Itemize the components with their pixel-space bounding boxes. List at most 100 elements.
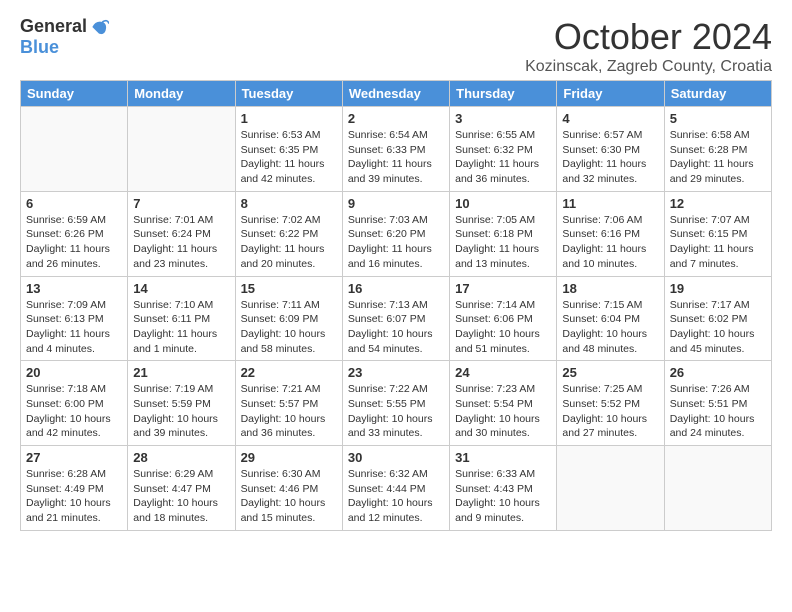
- calendar-cell: [21, 107, 128, 192]
- calendar-week-0: 1 Sunrise: 6:53 AMSunset: 6:35 PMDaylight…: [21, 107, 772, 192]
- day-info: Sunrise: 7:22 AMSunset: 5:55 PMDaylight:…: [348, 382, 444, 441]
- header-tuesday: Tuesday: [235, 81, 342, 107]
- day-info: Sunrise: 6:53 AMSunset: 6:35 PMDaylight:…: [241, 128, 337, 187]
- calendar-cell: 23 Sunrise: 7:22 AMSunset: 5:55 PMDayligh…: [342, 361, 449, 446]
- day-info: Sunrise: 7:26 AMSunset: 5:51 PMDaylight:…: [670, 382, 766, 441]
- day-info: Sunrise: 6:32 AMSunset: 4:44 PMDaylight:…: [348, 467, 444, 526]
- calendar-cell: 29Sunrise: 6:30 AMSunset: 4:46 PMDayligh…: [235, 446, 342, 531]
- day-info: Sunrise: 7:14 AMSunset: 6:06 PMDaylight:…: [455, 298, 551, 357]
- day-number: 20: [26, 365, 122, 380]
- calendar-cell: 28 Sunrise: 6:29 AMSunset: 4:47 PMDayligh…: [128, 446, 235, 531]
- calendar-cell: 1 Sunrise: 6:53 AMSunset: 6:35 PMDaylight…: [235, 107, 342, 192]
- day-info: Sunrise: 7:17 AMSunset: 6:02 PMDaylight:…: [670, 298, 766, 357]
- calendar-cell: 4 Sunrise: 6:57 AMSunset: 6:30 PMDaylight…: [557, 107, 664, 192]
- calendar-cell: 3 Sunrise: 6:55 AMSunset: 6:32 PMDaylight…: [450, 107, 557, 192]
- calendar-week-3: 20 Sunrise: 7:18 AMSunset: 6:00 PMDayligh…: [21, 361, 772, 446]
- calendar-cell: [128, 107, 235, 192]
- day-info: Sunrise: 7:11 AMSunset: 6:09 PMDaylight:…: [241, 298, 337, 357]
- day-number: 6: [26, 196, 122, 211]
- calendar-cell: 6Sunrise: 6:59 AMSunset: 6:26 PMDaylight…: [21, 191, 128, 276]
- calendar-cell: 14 Sunrise: 7:10 AMSunset: 6:11 PMDayligh…: [128, 276, 235, 361]
- calendar-cell: 16Sunrise: 7:13 AMSunset: 6:07 PMDayligh…: [342, 276, 449, 361]
- day-number: 3: [455, 111, 551, 126]
- weekday-header-row: Sunday Monday Tuesday Wednesday Thursday…: [21, 81, 772, 107]
- logo-icon: [89, 17, 109, 37]
- main-container: General Blue October 2024 Kozinscak, Zag…: [0, 0, 792, 547]
- day-number: 10: [455, 196, 551, 211]
- calendar-cell: 8 Sunrise: 7:02 AMSunset: 6:22 PMDaylight…: [235, 191, 342, 276]
- month-title: October 2024: [525, 16, 772, 58]
- calendar-cell: 27Sunrise: 6:28 AMSunset: 4:49 PMDayligh…: [21, 446, 128, 531]
- calendar-cell: 31 Sunrise: 6:33 AMSunset: 4:43 PMDayligh…: [450, 446, 557, 531]
- day-info: Sunrise: 7:09 AMSunset: 6:13 PMDaylight:…: [26, 298, 122, 357]
- day-info: Sunrise: 7:05 AMSunset: 6:18 PMDaylight:…: [455, 213, 551, 272]
- calendar-cell: 22Sunrise: 7:21 AMSunset: 5:57 PMDayligh…: [235, 361, 342, 446]
- day-number: 28: [133, 450, 229, 465]
- header-thursday: Thursday: [450, 81, 557, 107]
- header-sunday: Sunday: [21, 81, 128, 107]
- calendar-cell: 2 Sunrise: 6:54 AMSunset: 6:33 PMDaylight…: [342, 107, 449, 192]
- calendar-cell: 20 Sunrise: 7:18 AMSunset: 6:00 PMDayligh…: [21, 361, 128, 446]
- day-number: 15: [241, 281, 337, 296]
- day-number: 5: [670, 111, 766, 126]
- day-number: 22: [241, 365, 337, 380]
- logo: General Blue: [20, 16, 109, 58]
- day-number: 8: [241, 196, 337, 211]
- calendar-cell: 25 Sunrise: 7:25 AMSunset: 5:52 PMDayligh…: [557, 361, 664, 446]
- day-info: Sunrise: 7:10 AMSunset: 6:11 PMDaylight:…: [133, 298, 229, 357]
- calendar-cell: 7Sunrise: 7:01 AMSunset: 6:24 PMDaylight…: [128, 191, 235, 276]
- calendar-cell: 13 Sunrise: 7:09 AMSunset: 6:13 PMDayligh…: [21, 276, 128, 361]
- calendar-cell: 17Sunrise: 7:14 AMSunset: 6:06 PMDayligh…: [450, 276, 557, 361]
- day-number: 23: [348, 365, 444, 380]
- day-number: 2: [348, 111, 444, 126]
- day-number: 16: [348, 281, 444, 296]
- day-info: Sunrise: 7:03 AMSunset: 6:20 PMDaylight:…: [348, 213, 444, 272]
- day-info: Sunrise: 7:18 AMSunset: 6:00 PMDaylight:…: [26, 382, 122, 441]
- header-saturday: Saturday: [664, 81, 771, 107]
- day-number: 14: [133, 281, 229, 296]
- calendar-cell: [557, 446, 664, 531]
- day-info: Sunrise: 6:29 AMSunset: 4:47 PMDaylight:…: [133, 467, 229, 526]
- calendar-cell: 19 Sunrise: 7:17 AMSunset: 6:02 PMDayligh…: [664, 276, 771, 361]
- day-number: 19: [670, 281, 766, 296]
- day-info: Sunrise: 7:25 AMSunset: 5:52 PMDaylight:…: [562, 382, 658, 441]
- day-info: Sunrise: 6:58 AMSunset: 6:28 PMDaylight:…: [670, 128, 766, 187]
- day-info: Sunrise: 7:02 AMSunset: 6:22 PMDaylight:…: [241, 213, 337, 272]
- calendar-cell: 18Sunrise: 7:15 AMSunset: 6:04 PMDayligh…: [557, 276, 664, 361]
- day-number: 25: [562, 365, 658, 380]
- header: General Blue October 2024 Kozinscak, Zag…: [20, 16, 772, 76]
- day-number: 9: [348, 196, 444, 211]
- day-number: 18: [562, 281, 658, 296]
- day-number: 24: [455, 365, 551, 380]
- day-number: 4: [562, 111, 658, 126]
- day-number: 21: [133, 365, 229, 380]
- day-info: Sunrise: 6:28 AMSunset: 4:49 PMDaylight:…: [26, 467, 122, 526]
- day-info: Sunrise: 7:06 AMSunset: 6:16 PMDaylight:…: [562, 213, 658, 272]
- calendar-cell: 10 Sunrise: 7:05 AMSunset: 6:18 PMDayligh…: [450, 191, 557, 276]
- calendar-cell: 5 Sunrise: 6:58 AMSunset: 6:28 PMDaylight…: [664, 107, 771, 192]
- day-info: Sunrise: 6:57 AMSunset: 6:30 PMDaylight:…: [562, 128, 658, 187]
- day-number: 1: [241, 111, 337, 126]
- calendar-cell: 21Sunrise: 7:19 AMSunset: 5:59 PMDayligh…: [128, 361, 235, 446]
- logo-general-text: General: [20, 16, 87, 37]
- calendar-cell: 9 Sunrise: 7:03 AMSunset: 6:20 PMDaylight…: [342, 191, 449, 276]
- day-number: 11: [562, 196, 658, 211]
- calendar-week-1: 6Sunrise: 6:59 AMSunset: 6:26 PMDaylight…: [21, 191, 772, 276]
- day-number: 31: [455, 450, 551, 465]
- day-number: 12: [670, 196, 766, 211]
- calendar-table: Sunday Monday Tuesday Wednesday Thursday…: [20, 80, 772, 531]
- day-number: 13: [26, 281, 122, 296]
- day-info: Sunrise: 6:33 AMSunset: 4:43 PMDaylight:…: [455, 467, 551, 526]
- title-section: October 2024 Kozinscak, Zagreb County, C…: [525, 16, 772, 76]
- location: Kozinscak, Zagreb County, Croatia: [525, 58, 772, 76]
- day-info: Sunrise: 7:23 AMSunset: 5:54 PMDaylight:…: [455, 382, 551, 441]
- calendar-week-2: 13 Sunrise: 7:09 AMSunset: 6:13 PMDayligh…: [21, 276, 772, 361]
- calendar-cell: 30Sunrise: 6:32 AMSunset: 4:44 PMDayligh…: [342, 446, 449, 531]
- day-info: Sunrise: 6:55 AMSunset: 6:32 PMDaylight:…: [455, 128, 551, 187]
- day-info: Sunrise: 7:07 AMSunset: 6:15 PMDaylight:…: [670, 213, 766, 272]
- day-info: Sunrise: 6:54 AMSunset: 6:33 PMDaylight:…: [348, 128, 444, 187]
- day-info: Sunrise: 6:30 AMSunset: 4:46 PMDaylight:…: [241, 467, 337, 526]
- day-info: Sunrise: 7:01 AMSunset: 6:24 PMDaylight:…: [133, 213, 229, 272]
- calendar-week-4: 27Sunrise: 6:28 AMSunset: 4:49 PMDayligh…: [21, 446, 772, 531]
- calendar-cell: [664, 446, 771, 531]
